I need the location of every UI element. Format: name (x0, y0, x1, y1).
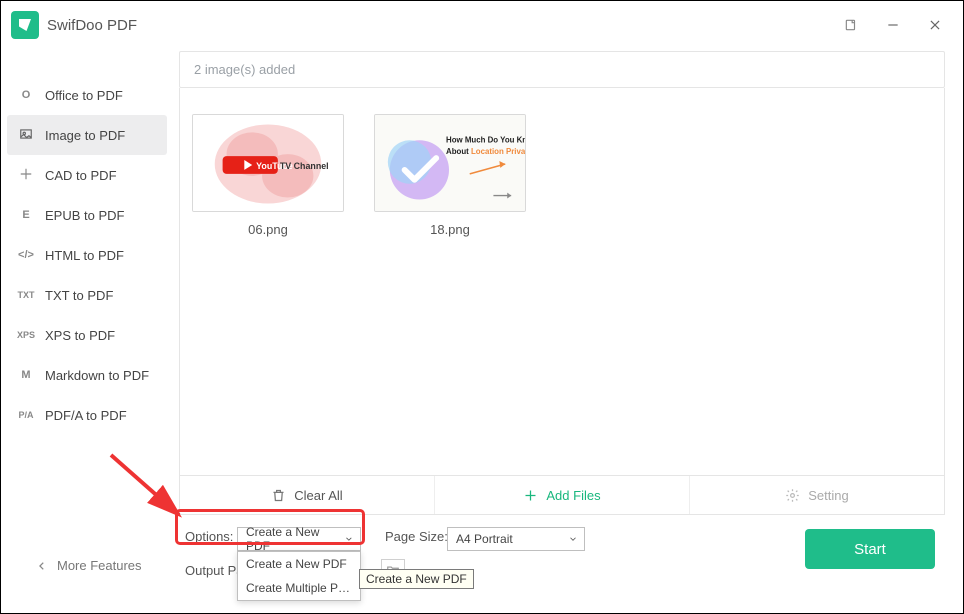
sidebar-item-pdfa[interactable]: P/APDF/A to PDF (1, 395, 173, 435)
thumbnail-item[interactable]: YouTube TV Channel 06.png (192, 114, 344, 237)
sidebar-item-html[interactable]: </>HTML to PDF (1, 235, 173, 275)
start-label: Start (854, 541, 886, 558)
app-logo (11, 11, 39, 39)
add-files-button[interactable]: Add Files (435, 476, 690, 514)
sidebar-item-label: HTML to PDF (45, 248, 124, 263)
chevron-down-icon (344, 534, 354, 544)
chevron-left-icon (37, 561, 47, 571)
pagesize-label: Page Size: (385, 529, 448, 544)
tooltip: Create a New PDF (359, 569, 474, 589)
more-features-label: More Features (57, 558, 142, 573)
options-dropdown[interactable]: Create a New PDF (237, 527, 361, 551)
sidebar-item-label: TXT to PDF (45, 288, 113, 303)
pagesize-value: A4 Portrait (456, 532, 513, 546)
chevron-down-icon (568, 534, 578, 544)
sidebar-item-image[interactable]: Image to PDF (7, 115, 167, 155)
start-button[interactable]: Start (805, 529, 935, 569)
options-value: Create a New PDF (246, 525, 344, 553)
setting-button[interactable]: Setting (690, 476, 944, 514)
minimize-button[interactable] (875, 9, 911, 41)
thumbnail-area: YouTube TV Channel 06.png How Much Do Yo… (179, 88, 945, 476)
sidebar-item-label: Office to PDF (45, 88, 123, 103)
setting-label: Setting (808, 488, 848, 503)
clear-all-button[interactable]: Clear All (180, 476, 435, 514)
sidebar-item-label: Markdown to PDF (45, 368, 149, 383)
clear-all-label: Clear All (294, 488, 342, 503)
sidebar-item-epub[interactable]: EEPUB to PDF (1, 195, 173, 235)
thumbnail-preview: YouTube TV Channel (192, 114, 344, 212)
dropdown-option[interactable]: Create Multiple PDF ... (238, 576, 360, 600)
options-dropdown-menu: Create a New PDF Create Multiple PDF ... (237, 551, 361, 601)
sidebar-item-label: CAD to PDF (45, 168, 117, 183)
trash-icon (271, 488, 286, 503)
app-title: SwifDoo PDF (47, 17, 137, 34)
sidebar-item-cad[interactable]: CAD to PDF (1, 155, 173, 195)
sidebar: OOffice to PDF Image to PDF CAD to PDF E… (1, 49, 173, 515)
titlebar: SwifDoo PDF (1, 1, 963, 49)
sidebar-item-label: XPS to PDF (45, 328, 115, 343)
svg-text:How Much Do You Know: How Much Do You Know (446, 135, 525, 144)
gear-icon (785, 488, 800, 503)
thumbnail-caption: 06.png (192, 222, 344, 237)
svg-text:About Location Privacy: About Location Privacy (446, 147, 525, 156)
more-features-link[interactable]: More Features (37, 558, 142, 573)
sidebar-item-label: Image to PDF (45, 128, 125, 143)
thumbnail-caption: 18.png (374, 222, 526, 237)
options-label: Options: (185, 529, 233, 544)
action-bar: Clear All Add Files Setting (179, 476, 945, 515)
sidebar-item-txt[interactable]: TXTTXT to PDF (1, 275, 173, 315)
dropdown-option[interactable]: Create a New PDF (238, 552, 360, 576)
svg-text:TV Channel: TV Channel (280, 161, 329, 171)
sidebar-item-markdown[interactable]: MMarkdown to PDF (1, 355, 173, 395)
thumbnail-item[interactable]: How Much Do You Know About Location Priv… (374, 114, 526, 237)
sidebar-item-xps[interactable]: XPSXPS to PDF (1, 315, 173, 355)
status-text: 2 image(s) added (179, 51, 945, 88)
close-button[interactable] (917, 9, 953, 41)
thumbnail-preview: How Much Do You Know About Location Priv… (374, 114, 526, 212)
pagesize-dropdown[interactable]: A4 Portrait (447, 527, 585, 551)
sidebar-item-label: PDF/A to PDF (45, 408, 127, 423)
titlebar-extra-button[interactable] (833, 9, 869, 41)
sidebar-item-label: EPUB to PDF (45, 208, 124, 223)
sidebar-item-office[interactable]: OOffice to PDF (1, 75, 173, 115)
plus-icon (523, 488, 538, 503)
add-files-label: Add Files (546, 488, 600, 503)
